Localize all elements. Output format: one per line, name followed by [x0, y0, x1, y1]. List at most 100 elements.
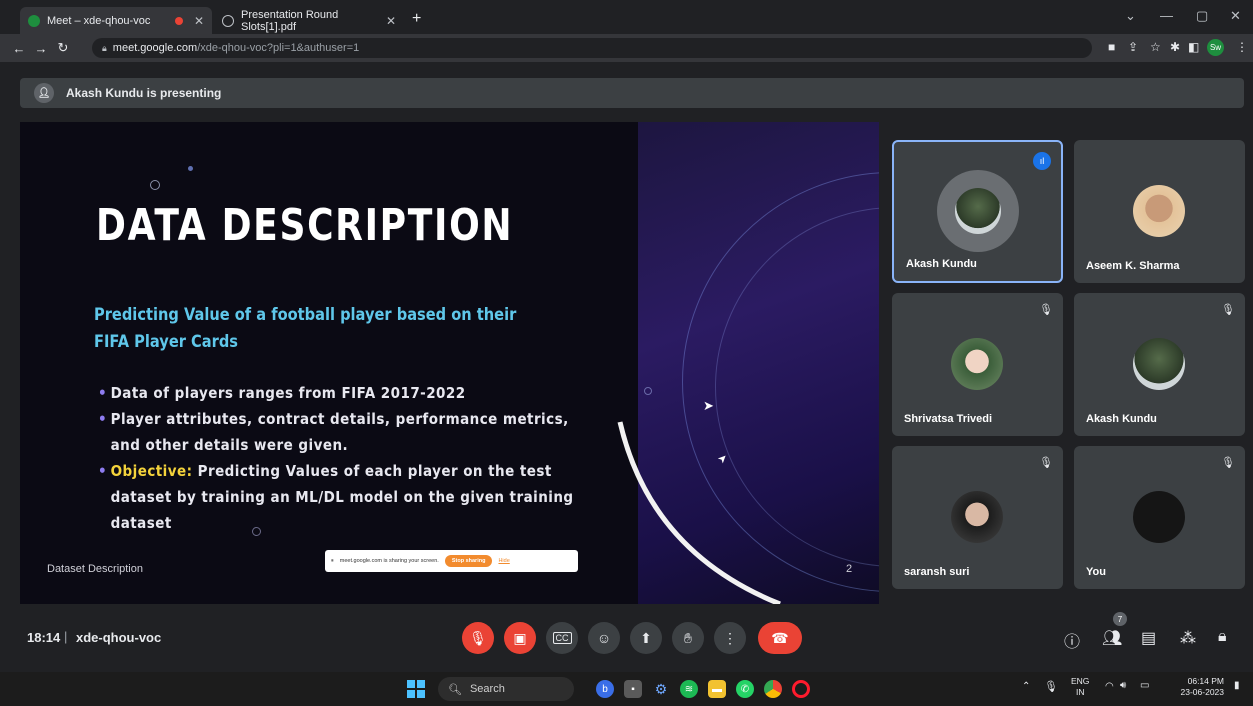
present-button[interactable]: ⬆	[630, 622, 662, 654]
taskbar-clock[interactable]: 06:14 PM 23-06-2023	[1168, 676, 1224, 698]
address-bar[interactable]: 🔒︎ meet.google.com/xde-qhou-voc?pli=1&au…	[92, 38, 1092, 58]
chat-icon[interactable]: ▤	[1141, 628, 1156, 648]
reactions-button[interactable]: ☺	[588, 622, 620, 654]
url-host: meet.google.com	[112, 42, 198, 54]
present-screen-icon: ⬆	[640, 629, 652, 646]
spotify-icon[interactable]: ≋	[680, 680, 698, 698]
participant-tile[interactable]: 🎙︎ Akash Kundu	[1074, 293, 1245, 436]
participant-name: Akash Kundu	[1086, 413, 1157, 425]
menu-kebab-icon[interactable]: ⋮	[1236, 40, 1248, 54]
back-icon[interactable]: ←	[8, 41, 30, 56]
avatar	[951, 338, 1003, 390]
participant-name: saransh suri	[904, 566, 970, 578]
show-hidden-icons[interactable]: ⌃	[1022, 681, 1030, 692]
battery-icon[interactable]: ▭	[1140, 680, 1149, 691]
new-tab-icon[interactable]: +	[412, 10, 421, 28]
opera-icon[interactable]	[792, 680, 810, 698]
close-tab-icon[interactable]: ✕	[194, 14, 204, 28]
windows-start-icon[interactable]	[407, 680, 425, 698]
participant-tile[interactable]: 🎙︎ You	[1074, 446, 1245, 589]
participant-tile[interactable]: ıl Akash Kundu	[892, 140, 1063, 283]
wifi-icon[interactable]: ◠	[1105, 681, 1114, 692]
tab-title: Presentation Round Slots[1].pdf	[241, 8, 339, 33]
slide-dot	[644, 387, 652, 395]
bookmark-star-icon[interactable]: ☆	[1150, 40, 1161, 54]
share-icon[interactable]: ⇪	[1128, 40, 1138, 54]
tab-pdf[interactable]: Presentation Round Slots[1].pdf ✕	[214, 7, 404, 34]
taskbar-search[interactable]: 🔍︎ Search	[438, 677, 574, 701]
volume-icon[interactable]: 🔊︎	[1120, 680, 1126, 691]
search-icon: 🔍︎	[448, 683, 462, 696]
recording-dot-icon	[174, 16, 183, 25]
avatar-photo	[955, 188, 1001, 234]
avatar	[1133, 491, 1185, 543]
camera-off-icon: ▣	[513, 629, 527, 646]
side-panel-icon[interactable]: ◧	[1188, 40, 1199, 54]
forward-icon[interactable]: →	[30, 41, 52, 56]
close-tab-icon[interactable]: ✕	[386, 14, 396, 28]
whatsapp-icon[interactable]: ✆	[736, 680, 754, 698]
task-view-icon[interactable]: ▪	[624, 680, 642, 698]
shared-screen: DATA DESCRIPTION Predicting Value of a f…	[20, 122, 879, 604]
settings-gear-icon[interactable]: ⚙	[652, 680, 670, 698]
bullet-item: Data of players ranges from FIFA 2017-20…	[98, 380, 602, 406]
drag-handle-icon[interactable]: ⏸	[331, 558, 334, 565]
language-indicator[interactable]: ENG IN	[1071, 676, 1089, 698]
captions-button[interactable]: CC	[546, 622, 578, 654]
hide-button[interactable]: Hide	[498, 558, 509, 564]
more-options-button[interactable]: ⋮	[714, 622, 746, 654]
camera-icon[interactable]: ■	[1108, 40, 1115, 54]
notifications-icon[interactable]: ▮	[1234, 680, 1240, 691]
url-path: /xde-qhou-voc?pli=1&authuser=1	[197, 42, 360, 54]
slide-page-number: 2	[846, 563, 853, 575]
slide-title: DATA DESCRIPTION	[96, 200, 514, 251]
participant-name: Shrivatsa Trivedi	[904, 413, 993, 425]
avatar	[937, 170, 1019, 252]
reload-icon[interactable]: ↻	[52, 40, 74, 56]
presenting-banner: 👤︎ Akash Kundu is presenting	[20, 78, 1244, 108]
slide-swoosh	[617, 421, 781, 604]
slide-footer: Dataset Description	[47, 563, 143, 575]
muted-mic-icon: 🎙︎	[1039, 304, 1053, 316]
meeting-details-icon[interactable]: ⓘ	[1064, 628, 1080, 652]
objective-label: Objective:	[110, 462, 193, 480]
file-explorer-icon[interactable]: ▬	[708, 680, 726, 698]
extensions-icon[interactable]: ✱	[1170, 40, 1180, 54]
avatar	[1133, 338, 1185, 390]
mic-off-button[interactable]: 🎙︎	[462, 622, 494, 654]
chrome-icon[interactable]	[764, 680, 782, 698]
camera-off-button[interactable]: ▣	[504, 622, 536, 654]
muted-mic-icon: 🎙︎	[1221, 304, 1235, 316]
meet-favicon-icon	[28, 14, 40, 27]
tab-meet[interactable]: Meet – xde-qhou-voc ✕	[20, 7, 212, 34]
mic-off-icon: 🎙︎	[469, 629, 487, 646]
activities-icon[interactable]: ⁂	[1180, 628, 1196, 648]
host-controls-icon[interactable]: 🔒︎	[1218, 628, 1227, 646]
raise-hand-button[interactable]: ✋︎	[672, 622, 704, 654]
emoji-icon: ☺	[596, 630, 612, 646]
muted-mic-icon: 🎙︎	[1221, 457, 1235, 469]
separator: |	[64, 629, 68, 644]
mouse-cursor-icon: ➤	[703, 398, 714, 413]
profile-avatar[interactable]: Sw	[1207, 39, 1224, 56]
close-window-icon[interactable]: ✕	[1230, 8, 1241, 24]
muted-mic-icon: 🎙︎	[1039, 457, 1053, 469]
participant-tile[interactable]: 🎙︎ Shrivatsa Trivedi	[892, 293, 1063, 436]
search-placeholder: Search	[469, 683, 505, 695]
people-icon[interactable]: 👥︎	[1102, 628, 1122, 648]
leave-call-button[interactable]: ☎︎	[758, 622, 802, 654]
speaking-indicator-icon: ıl	[1033, 152, 1051, 170]
meeting-code: xde-qhou-voc	[76, 630, 162, 645]
stop-sharing-button[interactable]: Stop sharing	[444, 555, 493, 567]
minimize-icon[interactable]: —	[1160, 8, 1173, 23]
bing-chat-icon[interactable]: b	[596, 680, 614, 698]
tab-search-icon[interactable]: ⌄	[1125, 8, 1136, 24]
tray-mic-icon: 🎙︎	[1044, 681, 1058, 693]
slide-dot	[150, 180, 160, 190]
participant-tile[interactable]: 🎙︎ saransh suri	[892, 446, 1063, 589]
maximize-icon[interactable]: ▢	[1196, 8, 1208, 24]
participant-tile[interactable]: Aseem K. Sharma	[1074, 140, 1245, 283]
presenting-text: Akash Kundu is presenting	[66, 86, 222, 100]
phone-hangup-icon: ☎︎	[771, 629, 789, 646]
bullet-item: Player attributes, contract details, per…	[98, 406, 602, 458]
